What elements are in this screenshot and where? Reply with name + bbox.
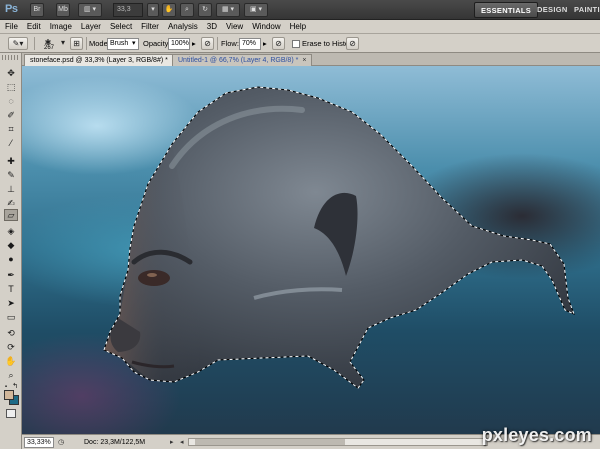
hand-tool-icon[interactable]: ✋ [4, 355, 18, 367]
quick-mask-icon[interactable] [6, 409, 16, 418]
eye-highlight [147, 273, 157, 277]
screen-mode-button[interactable]: ▣ ▾ [244, 3, 268, 17]
artwork [103, 86, 575, 389]
workspace-painting[interactable]: PAINTI [568, 2, 600, 18]
menu-select[interactable]: Select [110, 22, 132, 31]
close-icon[interactable]: × [302, 57, 306, 64]
zoom-level-field[interactable]: 33,3 [113, 3, 143, 17]
3d-orbit-tool-icon[interactable]: ⟳ [4, 341, 18, 353]
photoshop-logo: Ps [5, 3, 18, 15]
tool-preset-picker-icon[interactable]: ✎▾ [8, 37, 28, 50]
marquee-tool-icon[interactable]: ⬚ [4, 81, 18, 93]
tab-untitled-1[interactable]: Untitled-1 @ 66,7% (Layer 4, RGB/8) * × [172, 54, 313, 66]
launch-minibridge-button[interactable]: Mb [56, 3, 70, 17]
workspace-essentials[interactable]: ESSENTIALS [474, 2, 539, 18]
eyedropper-tool-icon[interactable]: ⁄ [4, 137, 18, 149]
clone-stamp-tool-icon[interactable]: ⊥ [4, 183, 18, 195]
menu-layer[interactable]: Layer [81, 22, 101, 31]
flow-label: Flow: [221, 39, 239, 48]
tab-label: Untitled-1 @ 66,7% (Layer 4, RGB/8) * [178, 57, 299, 64]
status-zoom-field[interactable]: 33,33% [24, 437, 54, 448]
spot-healing-tool-icon[interactable]: ✚ [4, 155, 18, 167]
zoom-dropdown-icon[interactable]: ▾ [147, 3, 159, 17]
menu-bar: File Edit Image Layer Select Filter Anal… [0, 20, 600, 34]
document-canvas[interactable] [22, 66, 600, 434]
tablet-pressure-opacity-icon[interactable]: ⊘ [201, 37, 214, 50]
opacity-slider-arrow-icon[interactable]: ▸ [192, 39, 196, 48]
type-tool-icon[interactable]: T [4, 283, 18, 295]
zoom-tool-icon[interactable]: ⌕ [4, 369, 18, 381]
history-brush-tool-icon[interactable]: ✍ [4, 197, 18, 209]
tab-stoneface[interactable]: stoneface.psd @ 33,3% (Layer 3, RGB/8#) … [24, 54, 182, 66]
airbrush-icon[interactable]: ⊘ [272, 37, 285, 50]
menu-analysis[interactable]: Analysis [168, 22, 198, 31]
move-tool-icon[interactable]: ✥ [4, 67, 18, 79]
paint-bucket-tool-icon[interactable]: ◈ [4, 225, 18, 237]
horizontal-scrollbar[interactable] [188, 438, 488, 446]
menu-image[interactable]: Image [50, 22, 72, 31]
scroll-left-icon[interactable]: ◂ [180, 438, 184, 446]
hand-tool-icon[interactable]: ✋ [162, 3, 176, 17]
options-separator [86, 37, 87, 50]
view-extras-button[interactable]: ▥ ▾ [78, 3, 102, 17]
eraser-tool-icon[interactable]: ▱ [4, 209, 18, 221]
status-info-arrow-icon[interactable]: ▸ [170, 438, 174, 446]
chevron-down-icon[interactable]: ▾ [132, 39, 136, 47]
pen-tool-icon[interactable]: ✒ [4, 269, 18, 281]
brush-panel-toggle-icon[interactable]: ⊞ [70, 37, 83, 50]
options-separator [34, 37, 35, 50]
tab-label: stoneface.psd @ 33,3% (Layer 3, RGB/8#) … [30, 57, 168, 64]
opacity-field[interactable]: 100% [168, 38, 190, 50]
menu-filter[interactable]: Filter [141, 22, 159, 31]
tools-panel: ✥ ⬚ ◌ ✐ ⌗ ⁄ ✚ ✎ ⊥ ✍ ▱ ◈ ◆ ● ✒ T ➤ ▭ ⟲ ⟳ … [0, 53, 22, 449]
menu-help[interactable]: Help [290, 22, 306, 31]
status-menu-icon[interactable]: ◷ [58, 438, 64, 446]
menu-window[interactable]: Window [252, 22, 280, 31]
menu-3d[interactable]: 3D [207, 22, 217, 31]
zoom-tool-icon[interactable]: ⌕ [180, 3, 194, 17]
launch-bridge-button[interactable]: Br [30, 3, 44, 17]
scrollbar-thumb[interactable] [195, 439, 345, 445]
crop-tool-icon[interactable]: ⌗ [4, 123, 18, 135]
brush-tool-icon[interactable]: ✎ [4, 169, 18, 181]
3d-rotate-tool-icon[interactable]: ⟲ [4, 327, 18, 339]
arrange-documents-button[interactable]: ▦ ▾ [216, 3, 240, 17]
menu-file[interactable]: File [5, 22, 18, 31]
blur-tool-icon[interactable]: ◆ [4, 239, 18, 251]
application-bar: Ps Br Mb ▥ ▾ 33,3 ▾ ✋ ⌕ ↻ ▦ ▾ ▣ ▾ ESSENT… [0, 0, 600, 20]
flow-slider-arrow-icon[interactable]: ▸ [263, 39, 267, 48]
flow-field[interactable]: 70% [239, 38, 261, 50]
brush-picker-arrow-icon[interactable]: ▾ [58, 37, 68, 50]
foreground-color-swatch[interactable] [4, 390, 14, 400]
menu-edit[interactable]: Edit [27, 22, 41, 31]
panel-grip[interactable] [2, 55, 20, 60]
erase-to-history-checkbox[interactable] [292, 40, 300, 48]
document-size-info: Doc: 23,3M/122,5M [84, 439, 146, 446]
document-tab-bar: stoneface.psd @ 33,3% (Layer 3, RGB/8#) … [22, 53, 600, 66]
dodge-tool-icon[interactable]: ● [4, 253, 18, 265]
path-selection-tool-icon[interactable]: ➤ [4, 297, 18, 309]
quick-selection-tool-icon[interactable]: ✐ [4, 109, 18, 121]
rotate-view-icon[interactable]: ↻ [198, 3, 212, 17]
options-separator [217, 37, 218, 50]
shape-tool-icon[interactable]: ▭ [4, 311, 18, 323]
brush-size-value: 267 [44, 45, 55, 51]
eye-shape [138, 270, 170, 286]
opacity-label: Opacity: [143, 39, 171, 48]
menu-view[interactable]: View [226, 22, 243, 31]
tablet-pressure-size-icon[interactable]: ⊘ [346, 37, 359, 50]
lasso-tool-icon[interactable]: ◌ [4, 95, 18, 107]
watermark-text: pxleyes.com [481, 425, 592, 445]
options-bar: ✎▾ ✱ 267 ▾ ⊞ Mode: Brush ▾ Opacity: 100%… [0, 34, 600, 53]
